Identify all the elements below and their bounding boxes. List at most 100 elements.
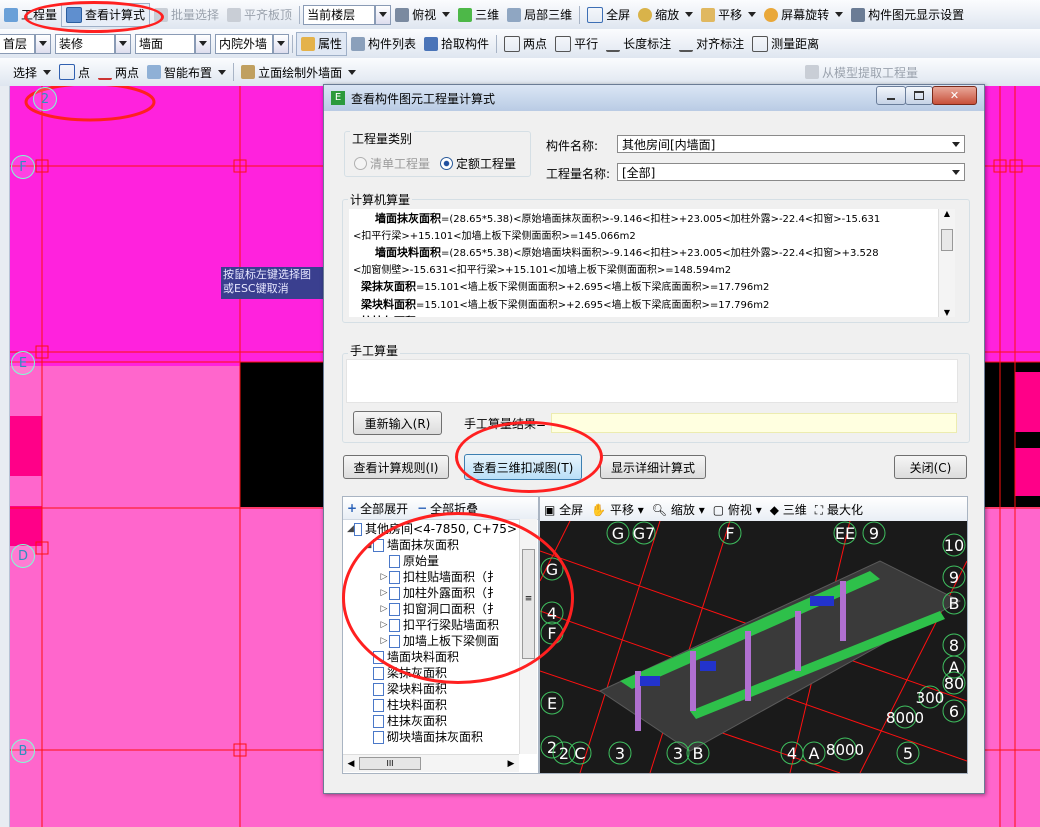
axis-bubble: F (11, 155, 35, 179)
scroll-left-icon[interactable]: ◀ (343, 759, 359, 769)
close-window-button[interactable]: ✕ (932, 86, 977, 105)
partial-3d-icon (507, 7, 522, 22)
parallel-dim-button[interactable]: 平行 (551, 29, 602, 58)
quota-quantity-radio[interactable]: 定额工程量 (440, 155, 516, 172)
column (795, 611, 801, 671)
three-d-button[interactable]: 三维 (454, 0, 503, 29)
extract-model-button[interactable]: 从模型提取工程量 (801, 58, 922, 86)
viewer-fullscreen-button[interactable]: ▣ 全屏 (544, 501, 583, 518)
annotation-circle (24, 1, 164, 33)
floor-select[interactable]: 首层 (0, 33, 35, 54)
partial-3d-button[interactable]: 局部三维 (503, 0, 576, 29)
scroll-right-icon[interactable]: ▶ (503, 759, 519, 769)
point-tool[interactable]: 点 (55, 58, 94, 86)
chevron-down-icon (119, 41, 127, 46)
category-select[interactable]: 装修 (55, 33, 115, 54)
screen-rotate-button[interactable]: 屏幕旋转 (760, 0, 847, 29)
tree-item[interactable]: 梁块料面积 (347, 681, 517, 697)
expand-all-button[interactable]: 全部展开 (360, 500, 408, 517)
deduction-3d-viewer[interactable]: ▣ 全屏 ✋ 平移 ▾ 🔍︎ 缩放 ▾ ▢ 俯视 ▾ ◆ 三维 ⛶ 最大化 G … (539, 496, 968, 774)
grip-icon (4, 65, 10, 79)
wall-icon (241, 65, 256, 79)
viewer-zoom-button[interactable]: 🔍︎ 缩放 ▾ (652, 501, 705, 518)
calc-line-title: 梁抹灰面积 (361, 280, 416, 293)
reenter-button[interactable]: 重新输入(R) (353, 411, 442, 435)
divider (579, 5, 581, 24)
computer-calc-text[interactable]: 墙面抹灰面积=(28.65*5.38)<原始墙面抹灰面积>-9.146<扣柱>+… (349, 209, 955, 317)
minimize-button[interactable] (876, 86, 906, 105)
column (840, 581, 846, 641)
viewer-axis-label: 2 (559, 744, 569, 763)
elevation-wall-tool[interactable]: 立面绘制外墙面 (237, 58, 360, 86)
view-rules-button[interactable]: 查看计算规则(I) (343, 455, 449, 479)
viewer-plan-button[interactable]: ▢ 俯视 ▾ (713, 501, 762, 518)
fullscreen-button[interactable]: 全屏 (583, 0, 634, 29)
scroll-down-icon[interactable]: ▼ (939, 308, 955, 317)
floor-dropdown[interactable] (35, 33, 51, 54)
axis-bubble: E (11, 351, 35, 375)
tree-item[interactable]: 砌块墙面抹灰面积 (347, 729, 517, 745)
two-points-dim-button[interactable]: 两点 (500, 29, 551, 58)
tree-hscroll-thumb[interactable]: III (359, 757, 421, 770)
two-points-tool[interactable]: 两点 (94, 58, 143, 86)
viewer-pan-button[interactable]: ✋ 平移 ▾ (591, 501, 644, 518)
length-dim-button[interactable]: 长度标注 (602, 29, 675, 58)
room-black-left (240, 362, 330, 507)
element-select[interactable]: 内院外墙 (215, 33, 273, 54)
smart-layout-tool[interactable]: 智能布置 (143, 58, 230, 86)
measure-distance-button[interactable]: 测量距离 (748, 29, 823, 58)
calc-lines: 墙面抹灰面积=(28.65*5.38)<原始墙面抹灰面积>-9.146<扣柱>+… (349, 209, 955, 317)
type-dropdown[interactable] (195, 33, 211, 54)
document-icon (353, 522, 363, 536)
element-dropdown[interactable] (273, 33, 289, 54)
category-dropdown[interactable] (115, 33, 131, 54)
display-settings-button[interactable]: 构件图元显示设置 (847, 0, 968, 29)
type-select[interactable]: 墙面 (135, 33, 195, 54)
viewer-axis-label: EE (835, 524, 855, 543)
chevron-down-icon (952, 142, 960, 147)
align-slab-button[interactable]: 平齐板顶 (223, 0, 296, 29)
app-icon: E (331, 91, 345, 105)
wall-patch (640, 676, 660, 686)
calc-line-text: <扣平行梁>+15.101<加墙上板下梁侧面面积>=145.066m2 (353, 230, 636, 242)
scroll-up-icon[interactable]: ▲ (939, 209, 955, 223)
show-detail-button[interactable]: 显示详细计算式 (600, 455, 706, 479)
chevron-down-icon (835, 12, 844, 17)
axis-bubble: D (11, 544, 35, 568)
plan-view-button[interactable]: 俯视 (391, 0, 454, 29)
maximize-button[interactable] (905, 86, 933, 105)
tree-hscroll[interactable]: ◀ III ▶ (343, 754, 519, 772)
calc-line-title: 墙面抹灰面积 (375, 212, 441, 225)
tree-expander-icon[interactable]: ◢ (347, 521, 354, 537)
component-name-select[interactable]: 其他房间[内墙面] (617, 135, 965, 153)
viewer-axis-label: F (725, 524, 734, 543)
close-dialog-button[interactable]: 关闭(C) (894, 455, 967, 479)
maximize-icon (914, 91, 924, 100)
list-quantity-radio[interactable]: 清单工程量 (354, 155, 430, 172)
quantity-name-select[interactable]: [全部] (617, 163, 965, 181)
viewer-axis-label: 10 (944, 536, 964, 555)
tooltip-line: 按鼠标左键选择图 (223, 268, 311, 281)
properties-button[interactable]: 属性 (296, 31, 348, 56)
zoom-button[interactable]: 缩放 (634, 0, 697, 29)
tree-item[interactable]: 柱抹灰面积 (347, 713, 517, 729)
viewer-axis-label: 8000 (826, 741, 864, 759)
scroll-thumb[interactable] (941, 229, 953, 251)
select-tool[interactable]: 选择 (0, 58, 55, 86)
viewer-maximize-button[interactable]: ⛶ 最大化 (815, 501, 863, 518)
tree-item-label: 柱块料面积 (387, 698, 448, 712)
manual-result-field[interactable] (551, 413, 957, 433)
floor-scope-select[interactable]: 当前楼层 (303, 4, 376, 25)
manual-calc-input[interactable] (346, 359, 958, 403)
pick-component-button[interactable]: 拾取构件 (420, 29, 493, 58)
dialog-titlebar[interactable]: E 查看构件图元工程量计算式 ✕ (324, 85, 984, 111)
component-list-button[interactable]: 构件列表 (347, 29, 420, 58)
viewer-axis-label: 3 (673, 744, 683, 763)
3d-icon (458, 7, 473, 22)
align-dim-button[interactable]: 对齐标注 (675, 29, 748, 58)
tree-item[interactable]: 柱块料面积 (347, 697, 517, 713)
pan-button[interactable]: 平移 (697, 0, 760, 29)
calc-scrollbar[interactable]: ▲ ▼ (938, 209, 955, 317)
viewer-3d-button[interactable]: ◆ 三维 (770, 501, 807, 518)
floor-scope-dropdown[interactable] (375, 4, 392, 25)
